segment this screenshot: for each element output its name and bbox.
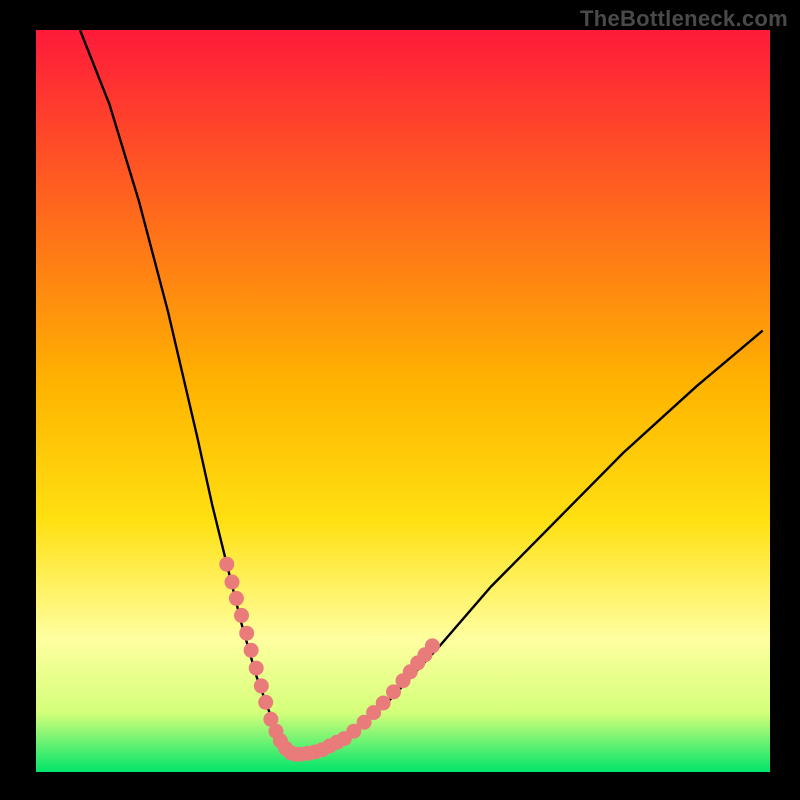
data-dot [258,695,273,710]
data-dot [219,557,234,572]
chart-frame: TheBottleneck.com [0,0,800,800]
data-dot [244,643,259,658]
data-dot [229,591,244,606]
data-dot [376,696,391,711]
data-dot [239,626,254,641]
watermark-text: TheBottleneck.com [580,6,788,32]
plot-area [36,30,770,772]
data-dot [249,661,264,676]
data-dot [254,678,269,693]
data-dot [425,638,440,653]
data-dot [225,575,240,590]
data-dot [234,608,249,623]
bottleneck-chart [0,0,800,800]
